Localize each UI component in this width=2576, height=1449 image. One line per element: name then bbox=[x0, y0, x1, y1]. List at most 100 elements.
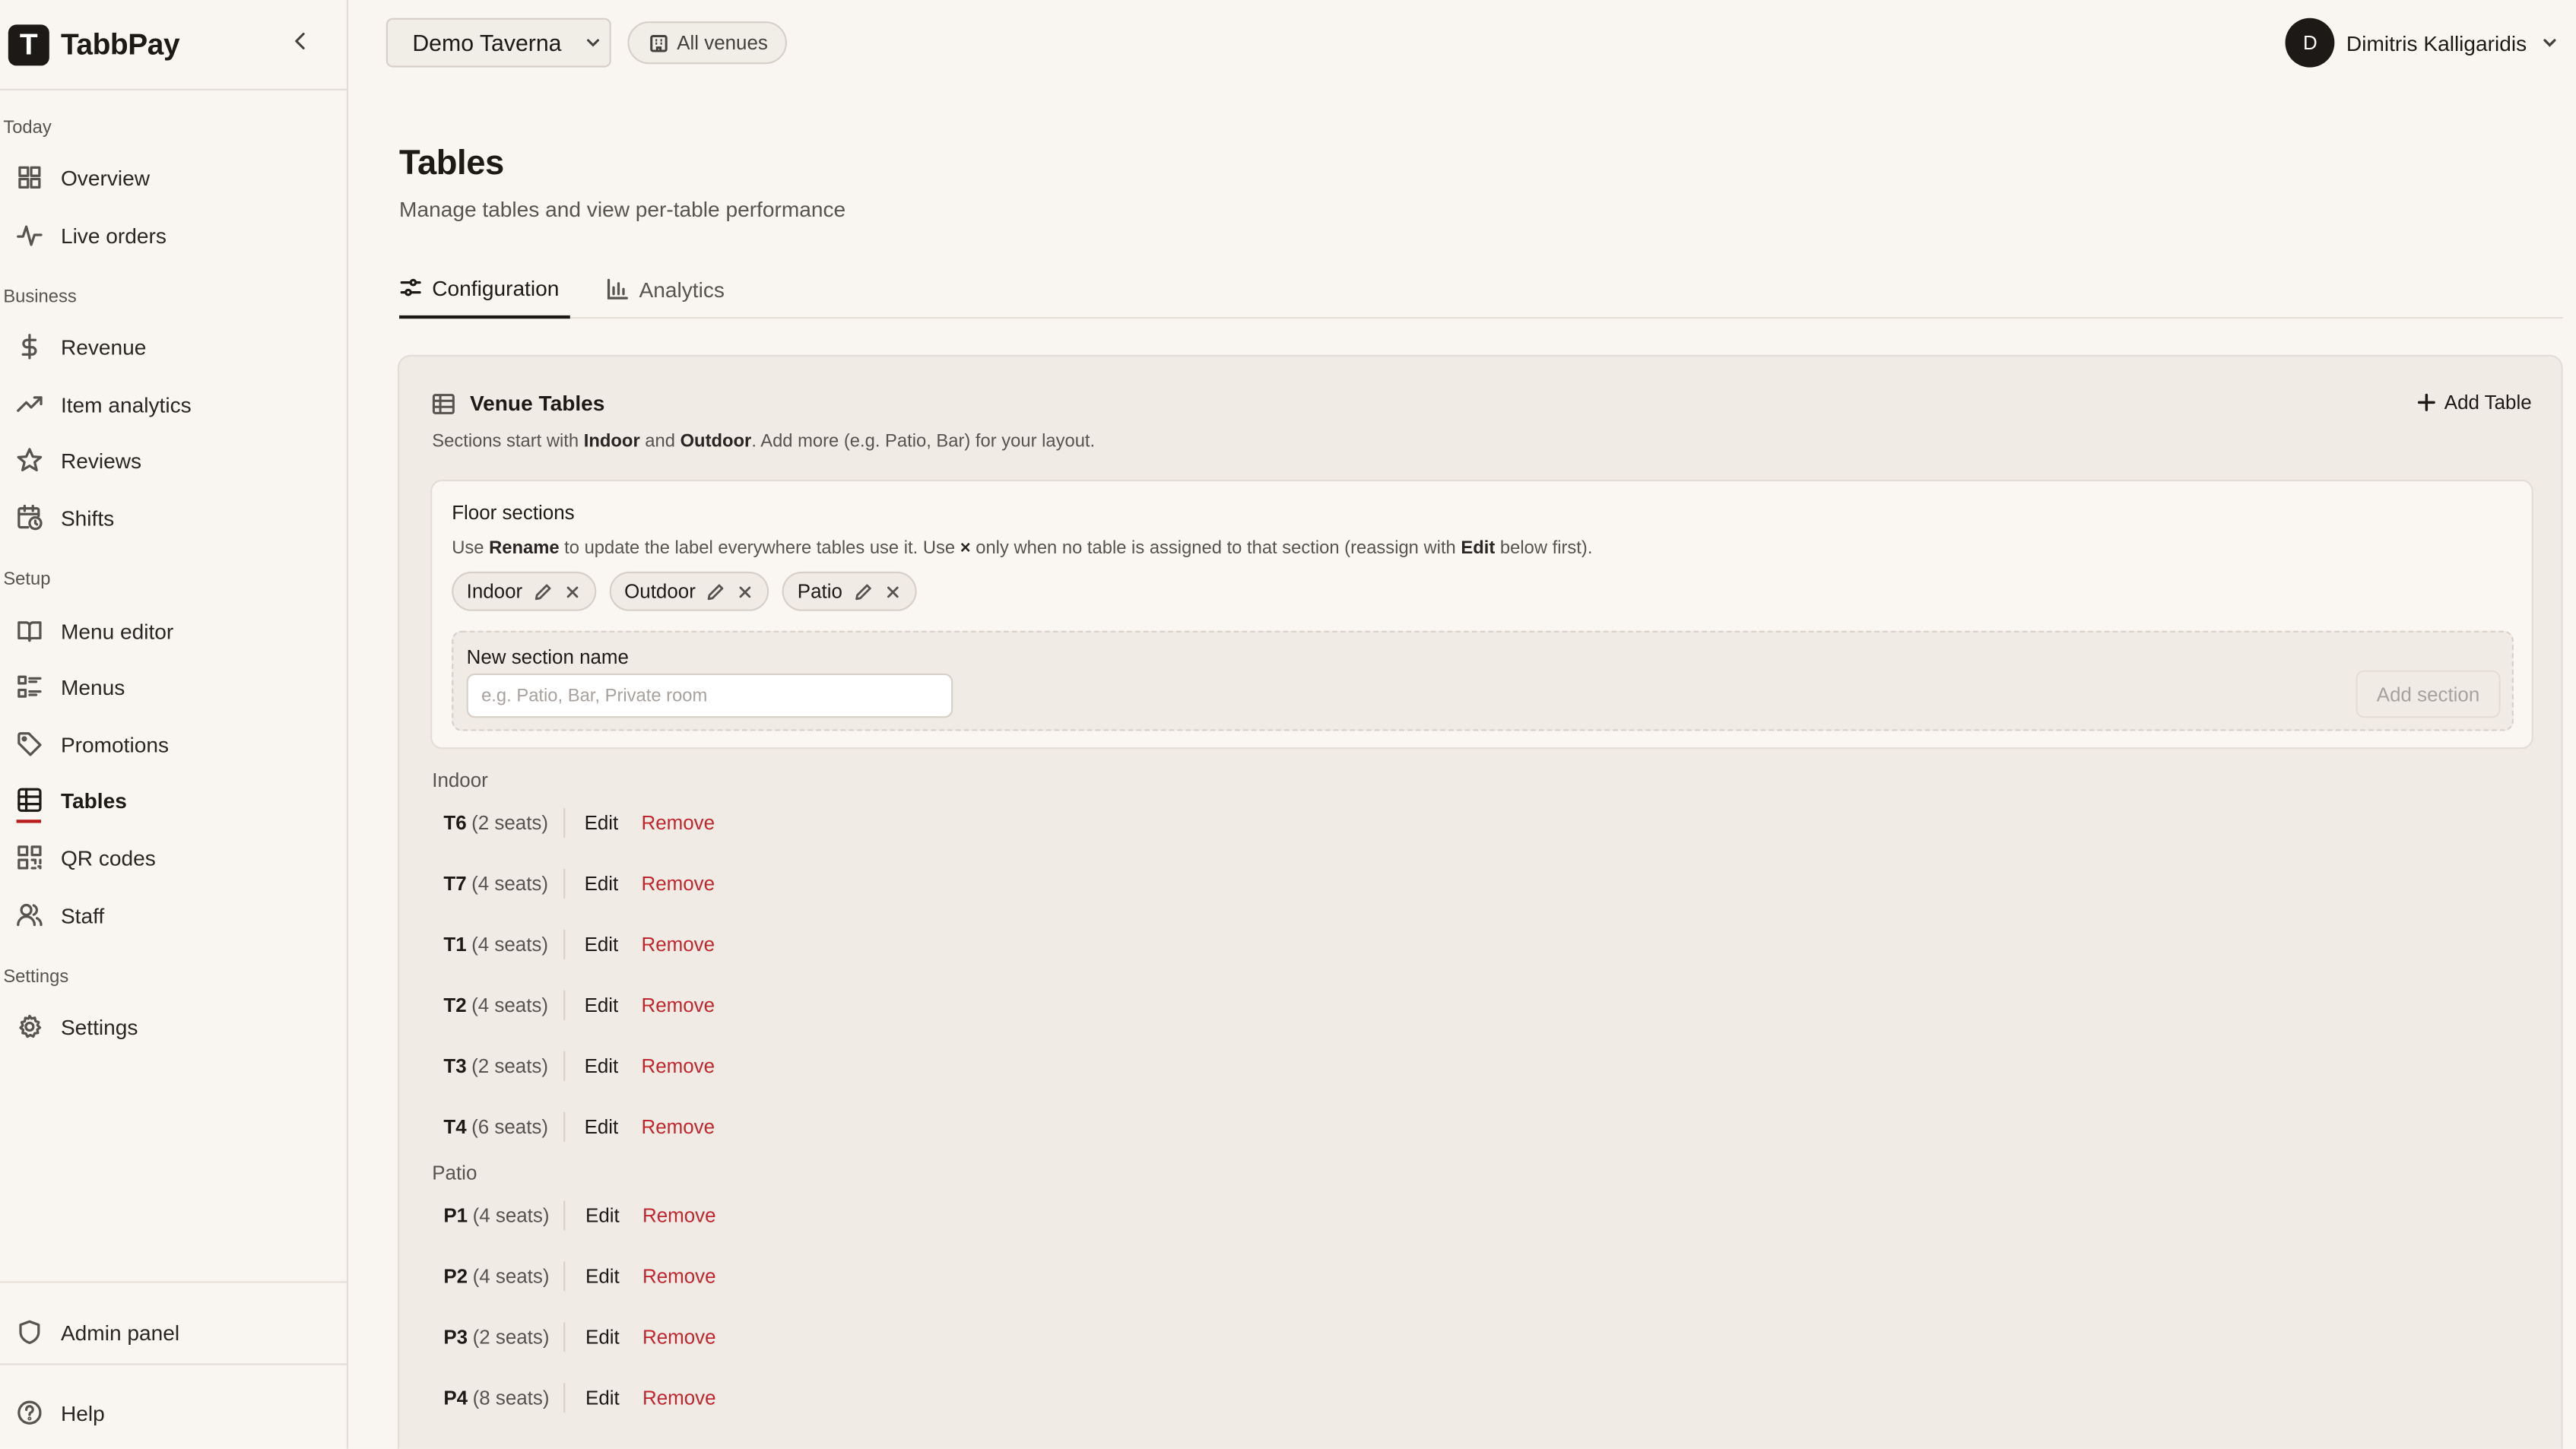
table-name: P1 bbox=[443, 1203, 468, 1228]
edit-table-button[interactable]: Edit bbox=[585, 994, 619, 1016]
table-name: P2 bbox=[443, 1264, 468, 1288]
table-seats: (2 seats) bbox=[471, 811, 549, 835]
table-row: P2 (4 seats) Edit Remove bbox=[443, 1260, 716, 1292]
chevron-down-icon bbox=[587, 39, 600, 47]
sidebar-item-help[interactable]: Help bbox=[0, 1388, 348, 1438]
sidebar-item-settings[interactable]: Settings bbox=[0, 1002, 348, 1051]
close-icon[interactable] bbox=[884, 582, 902, 601]
venue-tables-card: Venue Tables Add Table Sections start wi… bbox=[397, 354, 2563, 1449]
remove-table-button[interactable]: Remove bbox=[642, 1265, 716, 1288]
close-icon[interactable] bbox=[563, 582, 582, 601]
user-menu[interactable]: D Dimitris Kalligaridis bbox=[2285, 17, 2559, 68]
chevron-left-icon[interactable] bbox=[289, 30, 312, 52]
remove-table-button[interactable]: Remove bbox=[642, 1054, 715, 1077]
card-title-text: Venue Tables bbox=[469, 391, 605, 416]
section-chip-outdoor: Outdoor bbox=[609, 571, 770, 611]
sliders-icon bbox=[400, 278, 421, 296]
sidebar-item-label: Live orders bbox=[60, 222, 167, 248]
venue-select[interactable]: Demo Taverna bbox=[385, 17, 611, 68]
floor-sections-title: Floor sections bbox=[452, 501, 575, 525]
divider bbox=[563, 1383, 566, 1413]
tag-icon bbox=[17, 732, 42, 756]
table-seats: (8 seats) bbox=[472, 1386, 550, 1409]
building-icon bbox=[650, 35, 668, 52]
table-seats: (2 seats) bbox=[471, 1054, 549, 1078]
sidebar-item-reviews[interactable]: Reviews bbox=[0, 436, 348, 485]
tab-configuration[interactable]: Configuration bbox=[399, 259, 570, 319]
divider bbox=[563, 990, 565, 1020]
tab-analytics[interactable]: Analytics bbox=[606, 259, 725, 319]
remove-table-button[interactable]: Remove bbox=[642, 933, 715, 956]
list-icon bbox=[17, 675, 42, 698]
remove-table-button[interactable]: Remove bbox=[642, 1115, 715, 1138]
table-seats: (4 seats) bbox=[472, 1203, 550, 1228]
all-venues-label: All venues bbox=[677, 31, 768, 55]
sidebar-item-menu-editor[interactable]: Menu editor bbox=[0, 606, 348, 655]
edit-table-button[interactable]: Edit bbox=[585, 1054, 619, 1077]
sidebar-item-label: Menu editor bbox=[60, 618, 174, 643]
remove-table-button[interactable]: Remove bbox=[642, 1387, 716, 1409]
edit-table-button[interactable]: Edit bbox=[585, 1265, 620, 1288]
sidebar-item-label: Help bbox=[60, 1400, 105, 1425]
divider bbox=[563, 869, 565, 899]
table-seats: (2 seats) bbox=[472, 1325, 550, 1349]
new-section-form: New section name Add section bbox=[452, 630, 2514, 731]
sidebar-item-overview[interactable]: Overview bbox=[0, 153, 348, 202]
remove-table-button[interactable]: Remove bbox=[642, 811, 715, 834]
divider bbox=[563, 1261, 566, 1292]
sidebar-item-label: Overview bbox=[60, 165, 151, 190]
remove-table-button[interactable]: Remove bbox=[642, 994, 715, 1016]
sidebar-item-live-orders[interactable]: Live orders bbox=[0, 211, 348, 260]
sidebar-item-promotions[interactable]: Promotions bbox=[0, 719, 348, 769]
remove-table-button[interactable]: Remove bbox=[642, 1204, 716, 1227]
sidebar-item-menus[interactable]: Menus bbox=[0, 662, 348, 712]
brand-name: TabbPay bbox=[60, 27, 180, 60]
sidebar-item-qr-codes[interactable]: QR codes bbox=[0, 832, 348, 882]
pencil-icon[interactable] bbox=[854, 582, 872, 601]
pencil-icon[interactable] bbox=[707, 582, 725, 601]
remove-table-button[interactable]: Remove bbox=[642, 1326, 716, 1349]
floor-sections-panel: Floor sections Use Rename to update the … bbox=[430, 479, 2533, 750]
edit-table-button[interactable]: Edit bbox=[585, 933, 619, 956]
edit-table-button[interactable]: Edit bbox=[585, 1115, 619, 1138]
user-name: Dimitris Kalligaridis bbox=[2346, 30, 2527, 55]
add-section-button[interactable]: Add section bbox=[2356, 670, 2501, 718]
table-seats: (4 seats) bbox=[471, 994, 549, 1017]
section-chips: Indoor Outdoor Patio bbox=[452, 571, 929, 611]
sidebar-item-tables[interactable]: Tables bbox=[0, 775, 348, 825]
sidebar-item-shifts[interactable]: Shifts bbox=[0, 493, 348, 542]
brand-logo: T bbox=[8, 24, 49, 65]
sidebar-divider bbox=[0, 1281, 349, 1283]
sidebar-item-revenue[interactable]: Revenue bbox=[0, 322, 348, 371]
tabs: Configuration Analytics bbox=[399, 259, 2563, 319]
add-table-button[interactable]: Add Table bbox=[2416, 391, 2532, 414]
sidebar-item-item-analytics[interactable]: Item analytics bbox=[0, 379, 348, 429]
divider bbox=[563, 808, 565, 838]
nav-section-business: Business bbox=[3, 287, 77, 308]
card-description: Sections start with Indoor and Outdoor. … bbox=[432, 432, 1096, 452]
sidebar-item-label: Menus bbox=[60, 674, 125, 699]
table-row: T7 (4 seats) Edit Remove bbox=[443, 867, 715, 900]
edit-table-button[interactable]: Edit bbox=[585, 1204, 620, 1227]
chip-label: Indoor bbox=[466, 579, 523, 603]
qr-icon bbox=[17, 845, 42, 870]
shield-icon bbox=[19, 1320, 40, 1345]
edit-table-button[interactable]: Edit bbox=[585, 1326, 620, 1349]
sidebar-item-admin-panel[interactable]: Admin panel bbox=[0, 1308, 348, 1357]
plus-icon bbox=[2417, 393, 2435, 411]
all-venues-button[interactable]: All venues bbox=[627, 21, 787, 65]
close-icon[interactable] bbox=[737, 582, 755, 601]
section-group-label: Indoor bbox=[432, 769, 488, 792]
edit-table-button[interactable]: Edit bbox=[585, 872, 619, 895]
bar-chart-icon bbox=[607, 278, 628, 300]
gear-icon bbox=[19, 1014, 42, 1038]
active-indicator bbox=[16, 820, 42, 823]
pencil-icon[interactable] bbox=[534, 582, 552, 601]
nav-section-today: Today bbox=[3, 118, 52, 138]
new-section-input[interactable] bbox=[466, 673, 953, 718]
edit-table-button[interactable]: Edit bbox=[585, 1387, 620, 1409]
sidebar-item-staff[interactable]: Staff bbox=[0, 890, 348, 940]
remove-table-button[interactable]: Remove bbox=[642, 872, 715, 895]
edit-table-button[interactable]: Edit bbox=[585, 811, 619, 834]
grid-icon bbox=[18, 166, 41, 189]
